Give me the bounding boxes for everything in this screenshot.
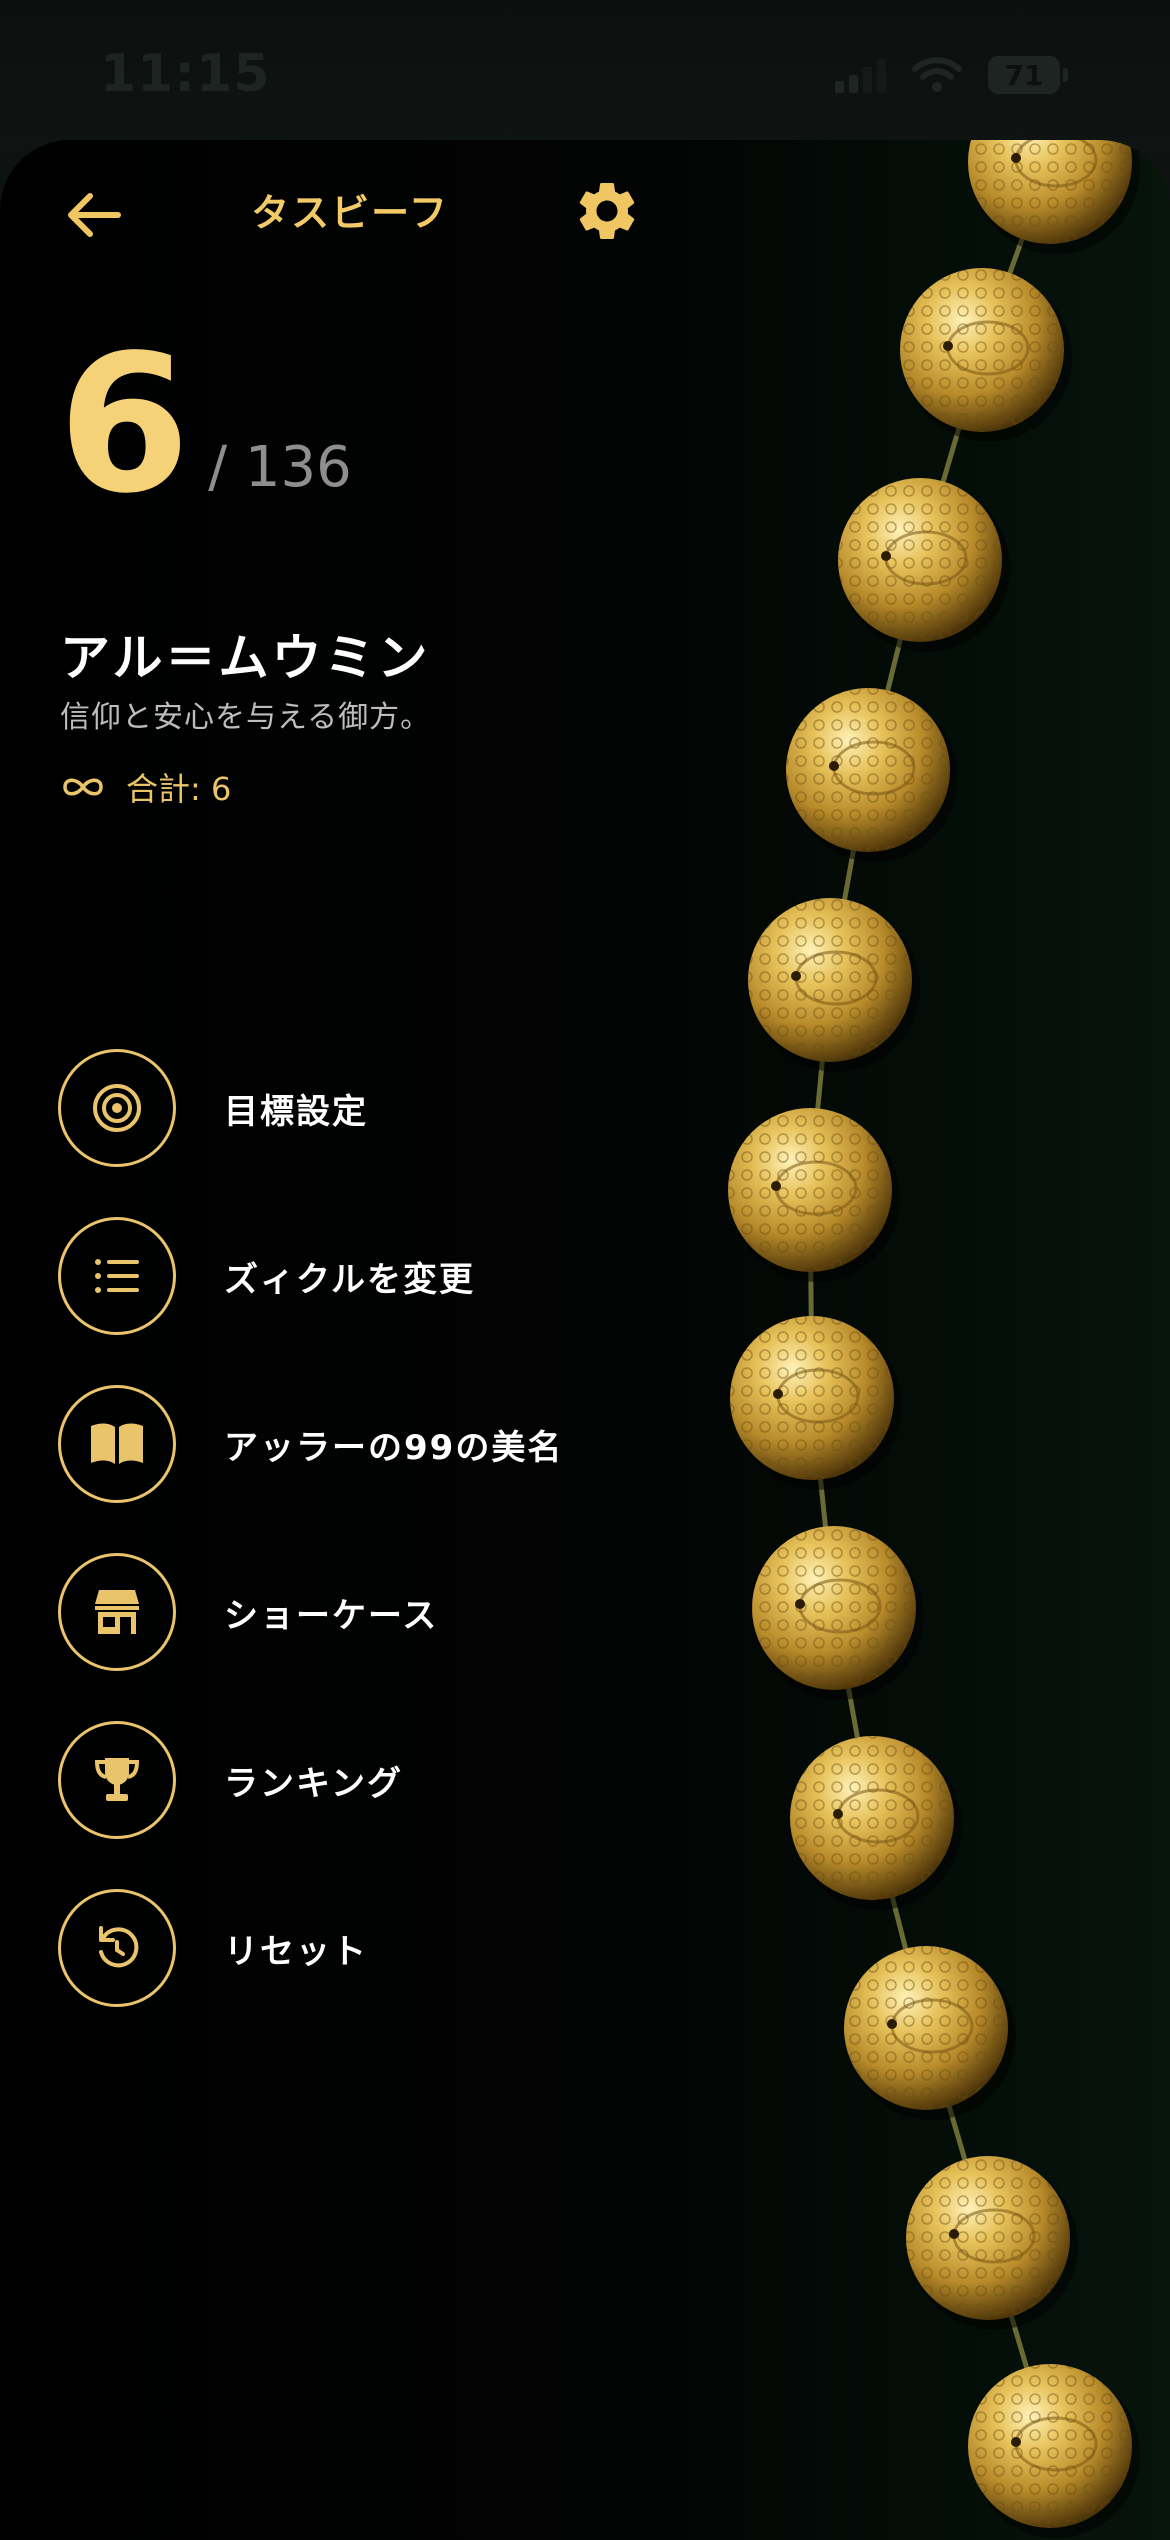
- settings-button[interactable]: [572, 176, 642, 246]
- counter-current: 6: [58, 314, 190, 535]
- menu-icon-circle: [58, 1553, 176, 1671]
- dhikr-meaning: 信仰と安心を与える御方。: [60, 700, 432, 735]
- tasbih-screen: タスビーフ 6 / 136 アル＝ムウミン 信仰と安心を与える御方。 合計: 6: [0, 140, 1170, 2540]
- book-icon: [91, 1423, 143, 1464]
- prayer-bead-icon: [968, 2364, 1140, 2538]
- status-time: 11:15: [100, 44, 271, 104]
- bead-string: [807, 140, 1053, 2447]
- list-icon: [95, 1259, 139, 1293]
- menu-icon-circle: [58, 1889, 176, 2007]
- action-menu: 目標設定 ズィクルを変更 アッラーの99の美名 ショーケース ランキング リセッ…: [58, 1046, 563, 2054]
- trophy-icon: [94, 1758, 140, 1801]
- menu-label: ショーケース: [224, 1595, 439, 1636]
- prayer-bead-icon: [752, 1526, 924, 1700]
- menu-item-reset[interactable]: リセット: [58, 1886, 563, 2010]
- prayer-bead-icon: [844, 1946, 1016, 2120]
- total-label: 合計: 6: [126, 770, 232, 808]
- prayer-bead-icon: [748, 898, 920, 1072]
- menu-label: ズィクルを変更: [224, 1259, 475, 1300]
- store-icon: [95, 1590, 139, 1634]
- counter-target: / 136: [208, 435, 352, 500]
- menu-icon-circle: [58, 1385, 176, 1503]
- counter: 6 / 136: [58, 330, 352, 520]
- reset-icon: [99, 1926, 139, 1968]
- menu-icon-circle: [58, 1217, 176, 1335]
- menu-label: ランキング: [224, 1763, 403, 1804]
- prayer-bead-icon: [968, 140, 1140, 254]
- battery-level: 71: [1004, 58, 1044, 92]
- menu-item-99-names[interactable]: アッラーの99の美名: [58, 1382, 563, 1506]
- infinity-icon: [63, 778, 103, 796]
- dhikr-name: アル＝ムウミン: [60, 629, 431, 687]
- prayer-bead-icon: [730, 1316, 902, 1490]
- status-icons: 71: [835, 56, 1068, 94]
- target-icon: [93, 1084, 141, 1132]
- back-arrow-icon: [68, 193, 121, 237]
- prayer-bead-icon: [900, 268, 1072, 442]
- battery-icon: 71: [988, 56, 1068, 94]
- prayer-bead-icon: [838, 478, 1010, 652]
- menu-icon-circle: [58, 1721, 176, 1839]
- page-title: タスビーフ: [251, 191, 449, 235]
- signal-icon: [835, 57, 886, 93]
- gear-icon: [579, 182, 635, 239]
- prayer-bead-icon: [786, 688, 958, 862]
- menu-label: リセット: [224, 1931, 368, 1972]
- menu-label: 目標設定: [224, 1091, 368, 1132]
- prayer-bead-icon: [790, 1736, 962, 1910]
- status-bar: 11:15 71: [0, 0, 1170, 150]
- prayer-bead-icon: [906, 2156, 1078, 2330]
- menu-item-goal[interactable]: 目標設定: [58, 1046, 563, 1170]
- back-button[interactable]: [60, 180, 130, 250]
- menu-item-change-dhikr[interactable]: ズィクルを変更: [58, 1214, 563, 1338]
- total-count: 合計: 6: [60, 764, 231, 810]
- menu-item-ranking[interactable]: ランキング: [58, 1718, 563, 1842]
- menu-label: アッラーの99の美名: [224, 1427, 564, 1468]
- wifi-icon: [912, 56, 962, 94]
- menu-icon-circle: [58, 1049, 176, 1167]
- prayer-bead-icon: [728, 1108, 900, 1282]
- menu-item-showcase[interactable]: ショーケース: [58, 1550, 563, 1674]
